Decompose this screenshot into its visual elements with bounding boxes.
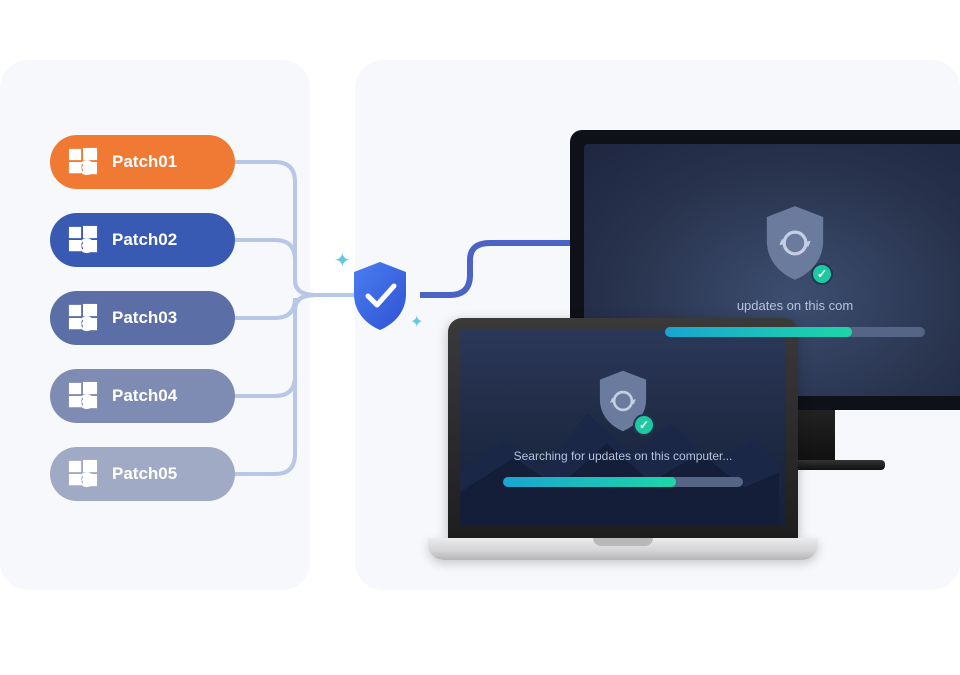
patch-label: Patch03: [112, 308, 177, 328]
patch-item-1: Patch01: [50, 135, 235, 189]
update-shield-icon: [760, 204, 830, 282]
laptop-base: [428, 538, 818, 560]
patch-label: Patch04: [112, 386, 177, 406]
update-shield-icon: [594, 369, 652, 433]
windows-sync-icon: [68, 381, 98, 411]
laptop-screen: Searching for updates on this computer..…: [460, 330, 786, 526]
windows-sync-icon: [68, 147, 98, 177]
patch-item-2: Patch02: [50, 213, 235, 267]
windows-sync-icon: [68, 459, 98, 489]
patch-label: Patch05: [112, 464, 177, 484]
patch-item-4: Patch04: [50, 369, 235, 423]
patch-label: Patch01: [112, 152, 177, 172]
laptop-progress-bar: [503, 477, 743, 487]
check-badge-icon: [811, 263, 833, 285]
patch-label: Patch02: [112, 230, 177, 250]
monitor-progress-bar: [665, 327, 925, 337]
check-badge-icon: [633, 414, 655, 436]
windows-sync-icon: [68, 303, 98, 333]
patch-item-5: Patch05: [50, 447, 235, 501]
monitor-status-text: updates on this com: [737, 298, 853, 313]
laptop: Searching for updates on this computer..…: [428, 318, 818, 588]
windows-sync-icon: [68, 225, 98, 255]
laptop-status-text: Searching for updates on this computer..…: [514, 449, 733, 463]
patch-list: Patch01 Patch02 Patch03 Patch04: [50, 135, 235, 501]
laptop-notch: [593, 538, 653, 546]
patch-item-3: Patch03: [50, 291, 235, 345]
laptop-bezel: Searching for updates on this computer..…: [448, 318, 798, 538]
security-shield-icon: [340, 256, 420, 336]
